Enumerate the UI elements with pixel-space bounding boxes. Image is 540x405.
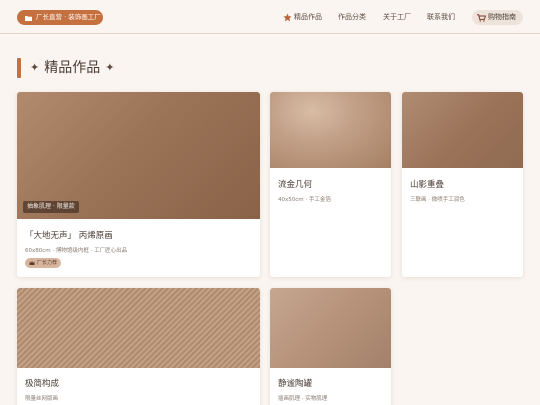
badge-label: 厂长力荐 [37,260,58,266]
product-name[interactable]: 静谧陶罐 [278,377,312,389]
cart-label: 购物指南 [488,13,516,21]
artwork-image[interactable] [270,92,391,168]
product-name[interactable]: 流金几何 [278,178,312,190]
section-title: ✦ 精品作品 ✦ [30,58,114,78]
artwork-image[interactable] [17,92,260,219]
product-card[interactable]: 流金几何 40x50cm · 手工金箔 [270,92,391,277]
product-desc: 插画肌理 · 实物肌理 [278,396,328,402]
product-desc: 60x80cm · 博物馆级内框 · 工厂匠心出品 [25,248,128,254]
artwork-image[interactable] [17,288,260,368]
nav-item-about[interactable]: 关于工厂 [383,11,411,23]
star-icon [283,12,292,21]
section-accent-bar [17,58,21,78]
product-desc: 40x50cm · 手工金箔 [278,197,331,203]
sparkle-icon: ✦ [30,61,40,74]
crown-icon [29,260,35,265]
artwork-image[interactable] [270,288,391,368]
product-card[interactable]: 抽象肌理 · 限量款 「大地无声」 丙烯原画 60x80cm · 博物馆级内框 … [17,92,260,277]
product-desc: 限量丝网版画 [25,396,59,402]
product-card[interactable]: 极简构成 限量丝网版画 [17,288,260,405]
nav-item-categories[interactable]: 作品分类 [338,11,366,23]
sparkle-icon: ✦ [105,61,115,74]
cart-icon [477,13,486,22]
brand-button[interactable]: 厂长直营 · 装饰画工厂 [17,10,103,25]
image-tag: 抽象肌理 · 限量款 [23,201,79,213]
product-card[interactable]: 山影重叠 三联画 · 微喷手工润色 [402,92,523,277]
nav-item-featured[interactable]: 精品作品 [283,11,322,23]
recommend-badge: 厂长力荐 [25,258,61,268]
product-name[interactable]: 「大地无声」 丙烯原画 [25,229,113,241]
product-card[interactable]: 静谧陶罐 插画肌理 · 实物肌理 [270,288,391,405]
artwork-image[interactable] [402,92,523,168]
product-name[interactable]: 山影重叠 [410,178,444,190]
nav-item-contact[interactable]: 联系我们 [427,11,455,23]
nav-label-featured: 精品作品 [294,13,322,21]
section-title-text: 精品作品 [44,60,101,76]
product-desc: 三联画 · 微喷手工润色 [410,197,465,203]
site-header: 厂长直营 · 装饰画工厂 精品作品 作品分类 关于工厂 联系我们 购物指南 [0,0,540,34]
cart-guide-button[interactable]: 购物指南 [472,10,523,25]
folder-icon [25,15,32,21]
product-name[interactable]: 极简构成 [25,377,59,389]
brand-label: 厂长直营 · 装饰画工厂 [36,13,101,21]
